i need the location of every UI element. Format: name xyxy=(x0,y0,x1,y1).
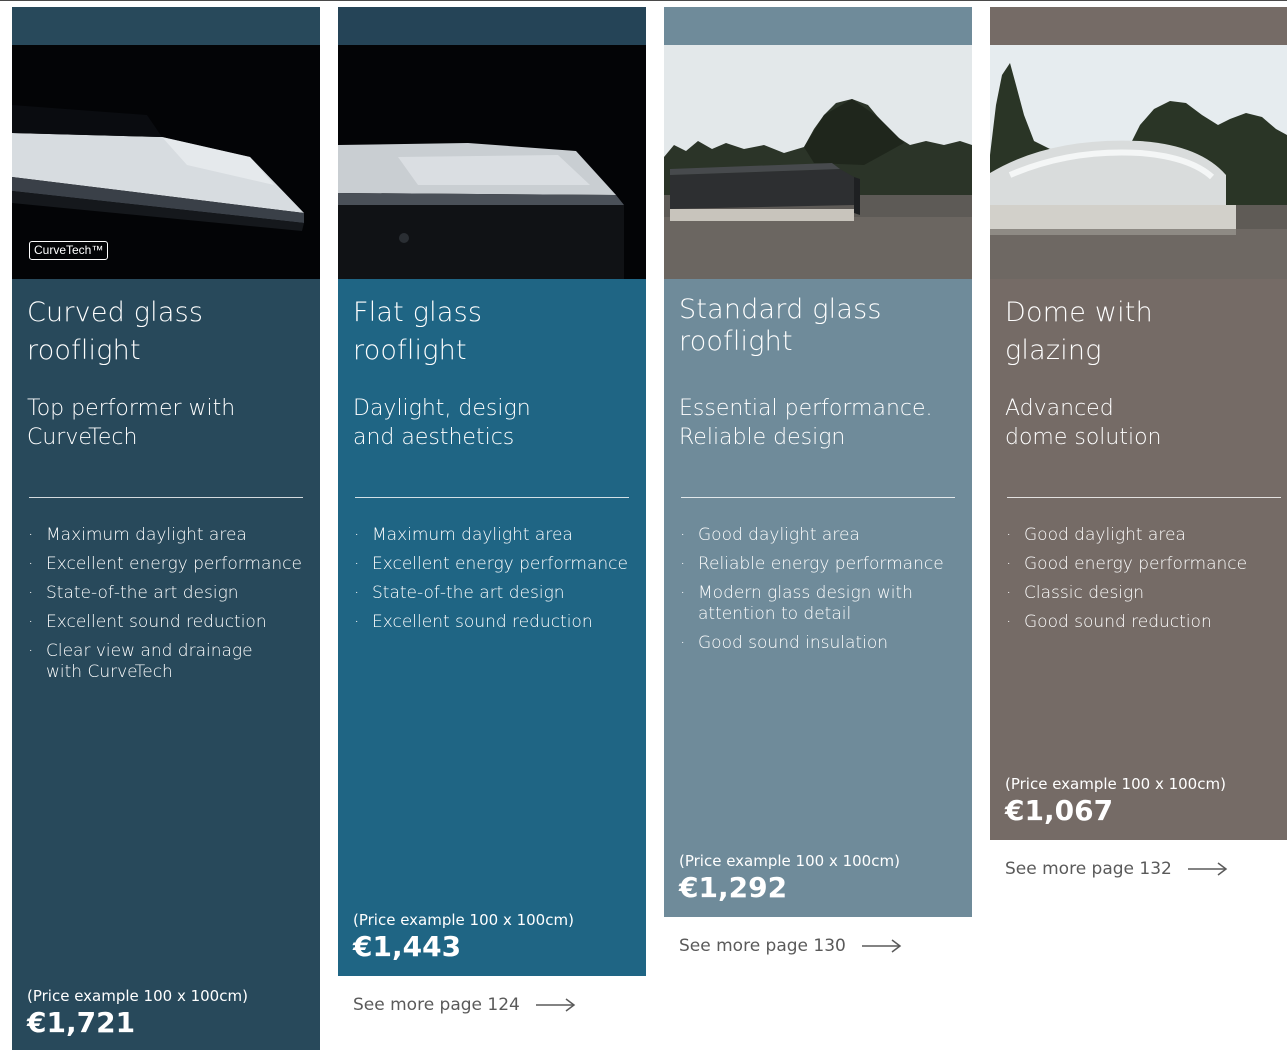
feature-list: Good daylight area Good energy performan… xyxy=(1005,525,1287,641)
see-more-label: See more page 132 xyxy=(1005,859,1172,879)
product-photo-flat-glass xyxy=(338,45,646,279)
feature-item: State-of-the art design xyxy=(27,583,312,604)
card-title: Flat glass rooflight xyxy=(353,297,483,366)
see-more-label: See more page 130 xyxy=(679,936,846,956)
product-card-curved-glass: CurveTech™ Curved glass rooflight Top pe… xyxy=(12,7,320,1050)
card-header-band xyxy=(990,7,1287,45)
card-divider xyxy=(355,497,629,498)
card-subtitle: Daylight, design and aesthetics xyxy=(353,396,531,450)
feature-item: Excellent sound reduction xyxy=(27,612,312,633)
card-header-band xyxy=(664,7,972,45)
arrow-right-icon xyxy=(861,939,902,953)
product-card-flat-glass: Flat glass rooflight Daylight, design an… xyxy=(338,7,646,976)
feature-item: Modern glass design with attention to de… xyxy=(679,583,928,625)
feature-item: Good daylight area xyxy=(1005,525,1287,546)
product-photo-dome xyxy=(990,45,1287,279)
feature-item: Maximum daylight area xyxy=(27,525,312,546)
product-card-dome: Dome with glazing Advanced dome solution… xyxy=(990,7,1287,840)
feature-list: Good daylight area Reliable energy perfo… xyxy=(679,525,964,662)
feature-list: Maximum daylight area Excellent energy p… xyxy=(353,525,638,641)
product-photo-curved-glass: CurveTech™ xyxy=(12,45,320,279)
price-value: €1,292 xyxy=(679,871,788,904)
arrow-right-icon xyxy=(1187,862,1228,876)
product-card-standard-glass: Standard glass rooflight Essential perfo… xyxy=(664,7,972,917)
see-more-link[interactable]: See more page 132 xyxy=(1005,858,1228,880)
feature-item: Maximum daylight area xyxy=(353,525,638,546)
arrow-right-icon xyxy=(535,998,576,1012)
price-note: (Price example 100 x 100cm) xyxy=(679,852,900,870)
price-note: (Price example 100 x 100cm) xyxy=(27,987,248,1005)
price-note: (Price example 100 x 100cm) xyxy=(353,911,574,929)
card-header-band xyxy=(12,7,320,45)
card-title: Curved glass rooflight xyxy=(27,297,204,366)
see-more-link[interactable]: See more page 124 xyxy=(353,994,576,1016)
feature-item: Clear view and drainage with CurveTech xyxy=(27,641,256,683)
feature-list: Maximum daylight area Excellent energy p… xyxy=(27,525,312,691)
price-value: €1,721 xyxy=(27,1006,136,1039)
card-divider xyxy=(1007,497,1281,498)
card-title: Standard glass rooflight xyxy=(679,294,882,357)
feature-item: Classic design xyxy=(1005,583,1287,604)
see-more-link[interactable]: See more page 130 xyxy=(679,935,902,957)
price-value: €1,443 xyxy=(353,930,462,963)
feature-item: Reliable energy performance xyxy=(679,554,964,575)
feature-item: Excellent energy performance xyxy=(27,554,312,575)
feature-item: Excellent energy performance xyxy=(353,554,638,575)
page-top-border xyxy=(0,0,1287,7)
feature-item: State-of-the art design xyxy=(353,583,638,604)
price-note: (Price example 100 x 100cm) xyxy=(1005,775,1226,793)
feature-item: Good sound reduction xyxy=(1005,612,1287,633)
product-photo-standard-glass xyxy=(664,45,972,279)
curvetech-logo: CurveTech™ xyxy=(29,241,109,260)
card-title: Dome with glazing xyxy=(1005,297,1153,366)
feature-item: Good sound insulation xyxy=(679,633,964,654)
card-subtitle: Top performer with CurveTech xyxy=(27,396,236,450)
feature-item: Good energy performance xyxy=(1005,554,1287,575)
card-divider xyxy=(29,497,303,498)
card-subtitle: Essential performance. Reliable design xyxy=(679,396,933,450)
feature-item: Excellent sound reduction xyxy=(353,612,638,633)
card-divider xyxy=(681,497,955,498)
price-value: €1,067 xyxy=(1005,794,1114,827)
see-more-label: See more page 124 xyxy=(353,995,520,1015)
feature-item: Good daylight area xyxy=(679,525,964,546)
card-subtitle: Advanced dome solution xyxy=(1005,396,1162,450)
card-header-band xyxy=(338,7,646,45)
